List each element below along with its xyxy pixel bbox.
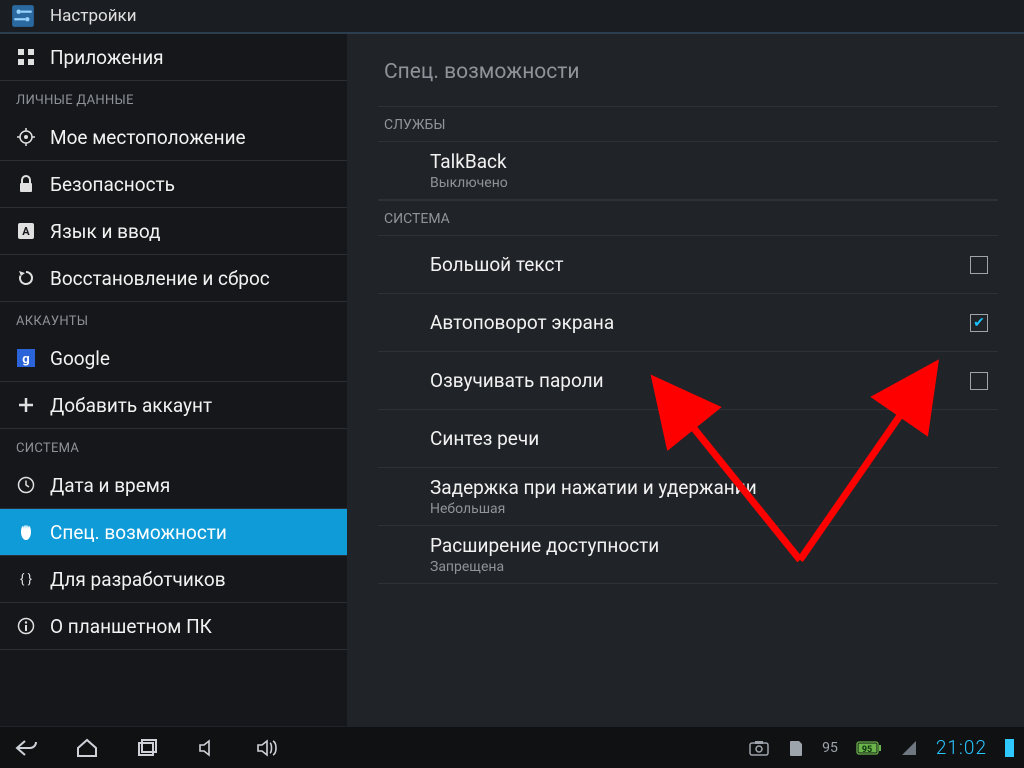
svg-text:{ }: { } <box>20 572 32 587</box>
checkbox-large-text[interactable] <box>970 256 988 274</box>
settings-sidebar: Приложения ЛИЧНЫЕ ДАННЫЕ Мое местоположе… <box>0 34 348 726</box>
language-icon: A <box>16 221 36 241</box>
sidebar-item-security[interactable]: Безопасность <box>0 161 347 208</box>
checkbox-speak-passwords[interactable] <box>970 372 988 390</box>
svg-text:g: g <box>22 352 29 367</box>
sidebar-item-label: Спец. возможности <box>50 521 227 544</box>
system-navbar: 95 95 21:02 <box>0 726 1024 768</box>
sidebar-item-developer[interactable]: { } Для разработчиков <box>0 556 347 603</box>
svg-text:95: 95 <box>862 745 872 755</box>
info-icon <box>16 616 36 636</box>
sidebar-item-label: Для разработчиков <box>50 568 226 591</box>
page-title: Настройки <box>50 6 137 26</box>
accessibility-hand-icon <box>16 522 36 542</box>
row-label: Синтез речи <box>430 427 539 450</box>
sidebar-item-datetime[interactable]: Дата и время <box>0 462 347 509</box>
sidebar-item-label: Приложения <box>50 46 164 69</box>
reset-icon <box>16 268 36 288</box>
row-talkback[interactable]: TalkBack Выключено <box>378 142 998 200</box>
settings-icon <box>10 3 36 29</box>
battery-level-icon <box>1005 739 1014 757</box>
signal-icon <box>900 739 918 757</box>
titlebar: Настройки <box>0 0 1024 34</box>
sidebar-item-about[interactable]: О планшетном ПК <box>0 603 347 650</box>
row-speak-passwords[interactable]: Озвучивать пароли <box>378 352 998 410</box>
sidebar-item-label: Безопасность <box>50 173 175 196</box>
sidebar-item-label: Google <box>50 347 110 370</box>
sidebar-item-add-account[interactable]: Добавить аккаунт <box>0 382 347 429</box>
row-label: TalkBack <box>430 150 508 173</box>
clock-icon <box>16 475 36 495</box>
location-icon <box>16 127 36 147</box>
detail-pane: Спец. возможности СЛУЖБЫ TalkBack Выключ… <box>348 34 1024 726</box>
checkbox-auto-rotate[interactable] <box>970 314 988 332</box>
screenshot-icon[interactable] <box>748 739 770 757</box>
section-system: СИСТЕМА <box>378 200 998 236</box>
volume-up-button[interactable] <box>254 735 280 761</box>
recents-button[interactable] <box>134 735 160 761</box>
row-sub: Запрещена <box>430 559 659 575</box>
row-tts[interactable]: Синтез речи <box>378 410 998 468</box>
google-icon: g <box>16 348 36 368</box>
row-touch-hold-delay[interactable]: Задержка при нажатии и удержании Небольш… <box>378 468 998 526</box>
row-auto-rotate[interactable]: Автоповорот экрана <box>378 294 998 352</box>
sidebar-item-accessibility[interactable]: Спец. возможности <box>0 509 347 556</box>
row-label: Озвучивать пароли <box>430 369 604 392</box>
back-button[interactable] <box>14 735 40 761</box>
detail-title: Спец. возможности <box>378 34 998 106</box>
row-sub: Выключено <box>430 175 508 191</box>
row-accessibility-ext[interactable]: Расширение доступности Запрещена <box>378 526 998 584</box>
dev-icon: { } <box>16 569 36 589</box>
lock-icon <box>16 174 36 194</box>
sidebar-item-label: Язык и ввод <box>50 220 161 243</box>
clock[interactable]: 21:02 <box>936 736 987 759</box>
svg-text:A: A <box>22 225 30 238</box>
sidebar-section-system: СИСТЕМА <box>0 429 347 462</box>
sidebar-section-accounts: АККАУНТЫ <box>0 302 347 335</box>
row-label: Большой текст <box>430 253 564 276</box>
row-label: Задержка при нажатии и удержании <box>430 476 757 499</box>
sidebar-item-reset[interactable]: Восстановление и сброс <box>0 255 347 302</box>
sidebar-item-location[interactable]: Мое местоположение <box>0 114 347 161</box>
sidebar-item-label: Мое местоположение <box>50 126 246 149</box>
row-large-text[interactable]: Большой текст <box>378 236 998 294</box>
sidebar-item-label: Восстановление и сброс <box>50 267 270 290</box>
sidebar-item-label: Добавить аккаунт <box>50 394 212 417</box>
battery-percent: 95 <box>822 740 838 756</box>
row-label: Автоповорот экрана <box>430 311 614 334</box>
sidebar-item-label: О планшетном ПК <box>50 615 212 638</box>
apps-icon <box>16 47 36 67</box>
sidebar-item-label: Дата и время <box>50 474 170 497</box>
sd-card-icon <box>788 739 804 757</box>
home-button[interactable] <box>74 735 100 761</box>
row-label: Расширение доступности <box>430 534 659 557</box>
battery-icon: 95 <box>856 741 882 755</box>
section-services: СЛУЖБЫ <box>378 106 998 142</box>
plus-icon <box>16 395 36 415</box>
sidebar-item-language[interactable]: A Язык и ввод <box>0 208 347 255</box>
sidebar-section-personal: ЛИЧНЫЕ ДАННЫЕ <box>0 81 347 114</box>
sidebar-item-google[interactable]: g Google <box>0 335 347 382</box>
volume-down-button[interactable] <box>194 735 220 761</box>
sidebar-item-apps[interactable]: Приложения <box>0 34 347 81</box>
row-sub: Небольшая <box>430 501 757 517</box>
